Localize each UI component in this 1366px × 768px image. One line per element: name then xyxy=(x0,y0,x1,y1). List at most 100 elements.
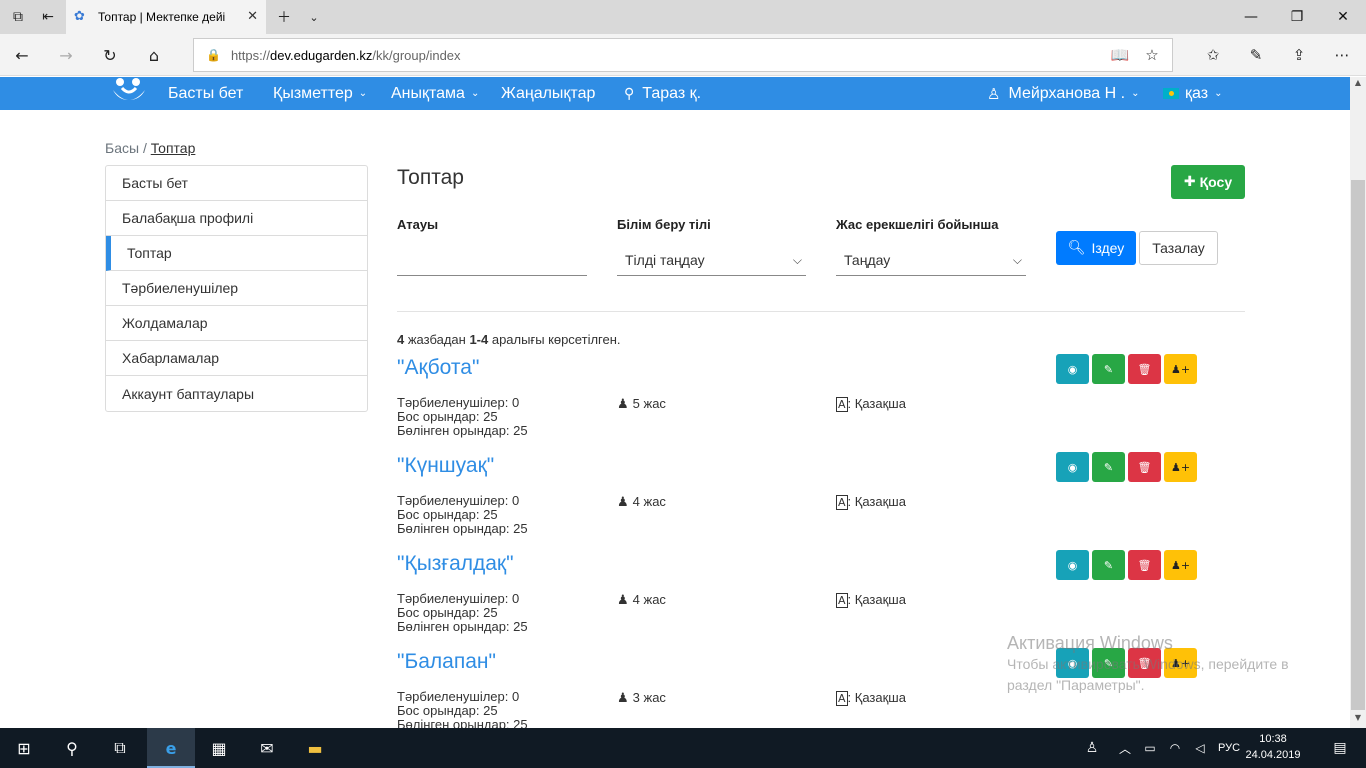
scroll-down-icon[interactable]: ▼ xyxy=(1350,713,1366,727)
edit-pencil-icon[interactable]: ✎ xyxy=(1092,354,1125,384)
search-button[interactable]: 🔍︎ Іздеу xyxy=(1056,231,1136,265)
language-icon: A xyxy=(836,397,848,412)
back-icon[interactable]: ← xyxy=(2,34,42,76)
name-filter-input[interactable] xyxy=(397,245,587,276)
results-summary: 4 жазбадан 1-4 аралығы көрсетілген. xyxy=(397,332,621,347)
language-filter-select[interactable]: Тілді таңдау ⌵ xyxy=(617,245,806,276)
input-language-indicator[interactable]: РУС xyxy=(1212,728,1246,768)
group-pupils-count: Тәрбиеленушілер: 0 xyxy=(397,395,520,410)
restore-icon[interactable]: ❐ xyxy=(1274,0,1320,34)
chevron-down-icon: ⌄ xyxy=(1131,87,1140,99)
group-free-places: Бос орындар: 25 xyxy=(397,605,498,620)
group-name-link[interactable]: "Ақбота" xyxy=(397,356,479,380)
nav-home-link[interactable]: Басты бет xyxy=(168,77,243,110)
new-tab-icon[interactable]: ＋ xyxy=(268,0,300,34)
favorite-star-icon[interactable]: ☆ xyxy=(1137,38,1167,72)
show-hidden-icons-chevron-icon[interactable]: ︿ xyxy=(1114,728,1136,768)
refresh-icon[interactable]: ↻ xyxy=(90,34,130,76)
breadcrumb-current[interactable]: Топтар xyxy=(151,140,196,156)
edge-browser-icon[interactable]: e xyxy=(147,728,195,768)
language-dropdown[interactable]: қаз ⌄ xyxy=(1163,77,1222,110)
windows-start-icon[interactable]: ⊞ xyxy=(0,728,48,768)
group-allocated-places: Бөлінген орындар: 25 xyxy=(397,619,528,634)
mail-icon[interactable]: ✉ xyxy=(243,728,291,768)
volume-icon[interactable]: ◁ xyxy=(1189,728,1211,768)
view-eye-icon[interactable]: ◉ xyxy=(1056,550,1089,580)
tab-actions-icon[interactable]: ⧉ xyxy=(2,0,34,34)
group-stats: Тәрбиеленушілер: 0 Бос орындар: 25 Бөлінге… xyxy=(397,396,528,438)
address-bar[interactable]: 🔒 https://dev.edugarden.kz/kk/group/inde… xyxy=(193,38,1173,72)
divider xyxy=(397,311,1245,312)
people-icon[interactable]: ♙ xyxy=(1078,728,1106,768)
sidebar-item-kindergarten-profile[interactable]: Балабақша профилі xyxy=(106,201,367,236)
site-logo[interactable] xyxy=(110,76,148,106)
view-eye-icon[interactable]: ◉ xyxy=(1056,452,1089,482)
age-filter-select[interactable]: Таңдау ⌵ xyxy=(836,245,1026,276)
add-group-button[interactable]: ✚ Қосу xyxy=(1171,165,1245,199)
sidebar-item-pupils[interactable]: Тәрбиеленушілер xyxy=(106,271,367,306)
lock-icon: 🔒 xyxy=(206,48,221,62)
browser-tab[interactable]: ✿ Топтар | Мектепке дейі ✕ xyxy=(66,0,266,34)
add-user-icon[interactable]: ♟+ xyxy=(1164,354,1197,384)
set-aside-tabs-icon[interactable]: ⇤ xyxy=(32,0,64,34)
tab-title: Топтар | Мектепке дейі xyxy=(98,10,226,24)
delete-trash-icon[interactable]: 🗑︎ xyxy=(1128,452,1161,482)
search-icon[interactable]: ⚲ xyxy=(48,728,96,768)
favorites-hub-icon[interactable]: ✩ xyxy=(1198,38,1228,72)
kz-flag-icon xyxy=(1163,88,1179,99)
group-age: ♟ 3 жас xyxy=(617,690,666,706)
user-menu-dropdown[interactable]: ♙ Мейрханова Н . ⌄ xyxy=(987,77,1139,110)
home-icon[interactable]: ⌂ xyxy=(134,34,174,76)
nav-city-link[interactable]: ⚲ Тараз қ. xyxy=(624,77,701,110)
group-name-link[interactable]: "Қызғалдақ" xyxy=(397,552,514,576)
add-user-icon[interactable]: ♟+ xyxy=(1164,452,1197,482)
group-actions: ◉ ✎ 🗑︎ ♟+ xyxy=(1056,354,1197,384)
store-icon[interactable]: ▦ xyxy=(195,728,243,768)
nav-news-link[interactable]: Жаңалықтар xyxy=(501,77,595,110)
sidebar-item-referrals[interactable]: Жолдамалар xyxy=(106,306,367,341)
delete-trash-icon[interactable]: 🗑︎ xyxy=(1128,354,1161,384)
close-window-icon[interactable]: ✕ xyxy=(1320,0,1366,34)
scroll-up-icon[interactable]: ▲ xyxy=(1350,78,1366,92)
more-menu-icon[interactable]: ⋯ xyxy=(1327,38,1357,72)
add-user-icon[interactable]: ♟+ xyxy=(1164,550,1197,580)
task-view-icon[interactable]: ⧉ xyxy=(96,728,144,768)
forward-icon[interactable]: → xyxy=(46,34,86,76)
group-stats: Тәрбиеленушілер: 0 Бос орындар: 25 Бөлінге… xyxy=(397,592,528,634)
group-name-link[interactable]: "Балапан" xyxy=(397,650,496,674)
group-name-link[interactable]: "Күншуақ" xyxy=(397,454,494,478)
sidebar-item-home[interactable]: Басты бет xyxy=(106,166,367,201)
windows-activation-watermark: Активация Windows Чтобы активировать Win… xyxy=(1007,633,1289,693)
group-pupils-count: Тәрбиеленушілер: 0 xyxy=(397,493,520,508)
search-icon: 🔍︎ xyxy=(1067,240,1086,256)
close-tab-icon[interactable]: ✕ xyxy=(247,9,258,24)
sidebar-item-groups[interactable]: Топтар xyxy=(106,236,367,271)
minimize-icon[interactable]: — xyxy=(1228,0,1274,34)
view-eye-icon[interactable]: ◉ xyxy=(1056,354,1089,384)
action-center-icon[interactable]: ▤ xyxy=(1320,728,1360,768)
wifi-icon[interactable]: ◠ xyxy=(1164,728,1186,768)
file-explorer-icon[interactable]: ▬ xyxy=(291,728,339,768)
nav-services-dropdown[interactable]: Қызметтер ⌄ xyxy=(273,77,367,110)
sidebar-item-notifications[interactable]: Хабарламалар xyxy=(106,341,367,376)
scrollbar-thumb[interactable] xyxy=(1351,180,1365,710)
group-age: ♟ 4 жас xyxy=(617,592,666,608)
group-free-places: Бос орындар: 25 xyxy=(397,507,498,522)
nav-reference-dropdown[interactable]: Анықтама ⌄ xyxy=(391,77,479,110)
group-age: ♟ 5 жас xyxy=(617,396,666,412)
delete-trash-icon[interactable]: 🗑︎ xyxy=(1128,550,1161,580)
share-icon[interactable]: ⇪ xyxy=(1284,38,1314,72)
reading-view-icon[interactable]: 📖 xyxy=(1105,38,1135,72)
chevron-down-icon: ⌵ xyxy=(1012,252,1022,267)
sidebar-item-account-settings[interactable]: Аккаунт баптаулары xyxy=(106,376,367,411)
notes-pen-icon[interactable]: ✎ xyxy=(1241,38,1271,72)
tab-preview-chevron-icon[interactable]: ⌄ xyxy=(298,0,330,34)
breadcrumb-home[interactable]: Басы xyxy=(105,140,139,156)
edit-pencil-icon[interactable]: ✎ xyxy=(1092,550,1125,580)
battery-icon[interactable]: ▭ xyxy=(1139,728,1161,768)
clear-button[interactable]: Тазалау xyxy=(1139,231,1218,265)
chevron-down-icon: ⌄ xyxy=(1214,87,1223,99)
edit-pencil-icon[interactable]: ✎ xyxy=(1092,452,1125,482)
taskbar-clock[interactable]: 10:38 24.04.2019 xyxy=(1242,731,1304,763)
group-age: ♟ 4 жас xyxy=(617,494,666,510)
